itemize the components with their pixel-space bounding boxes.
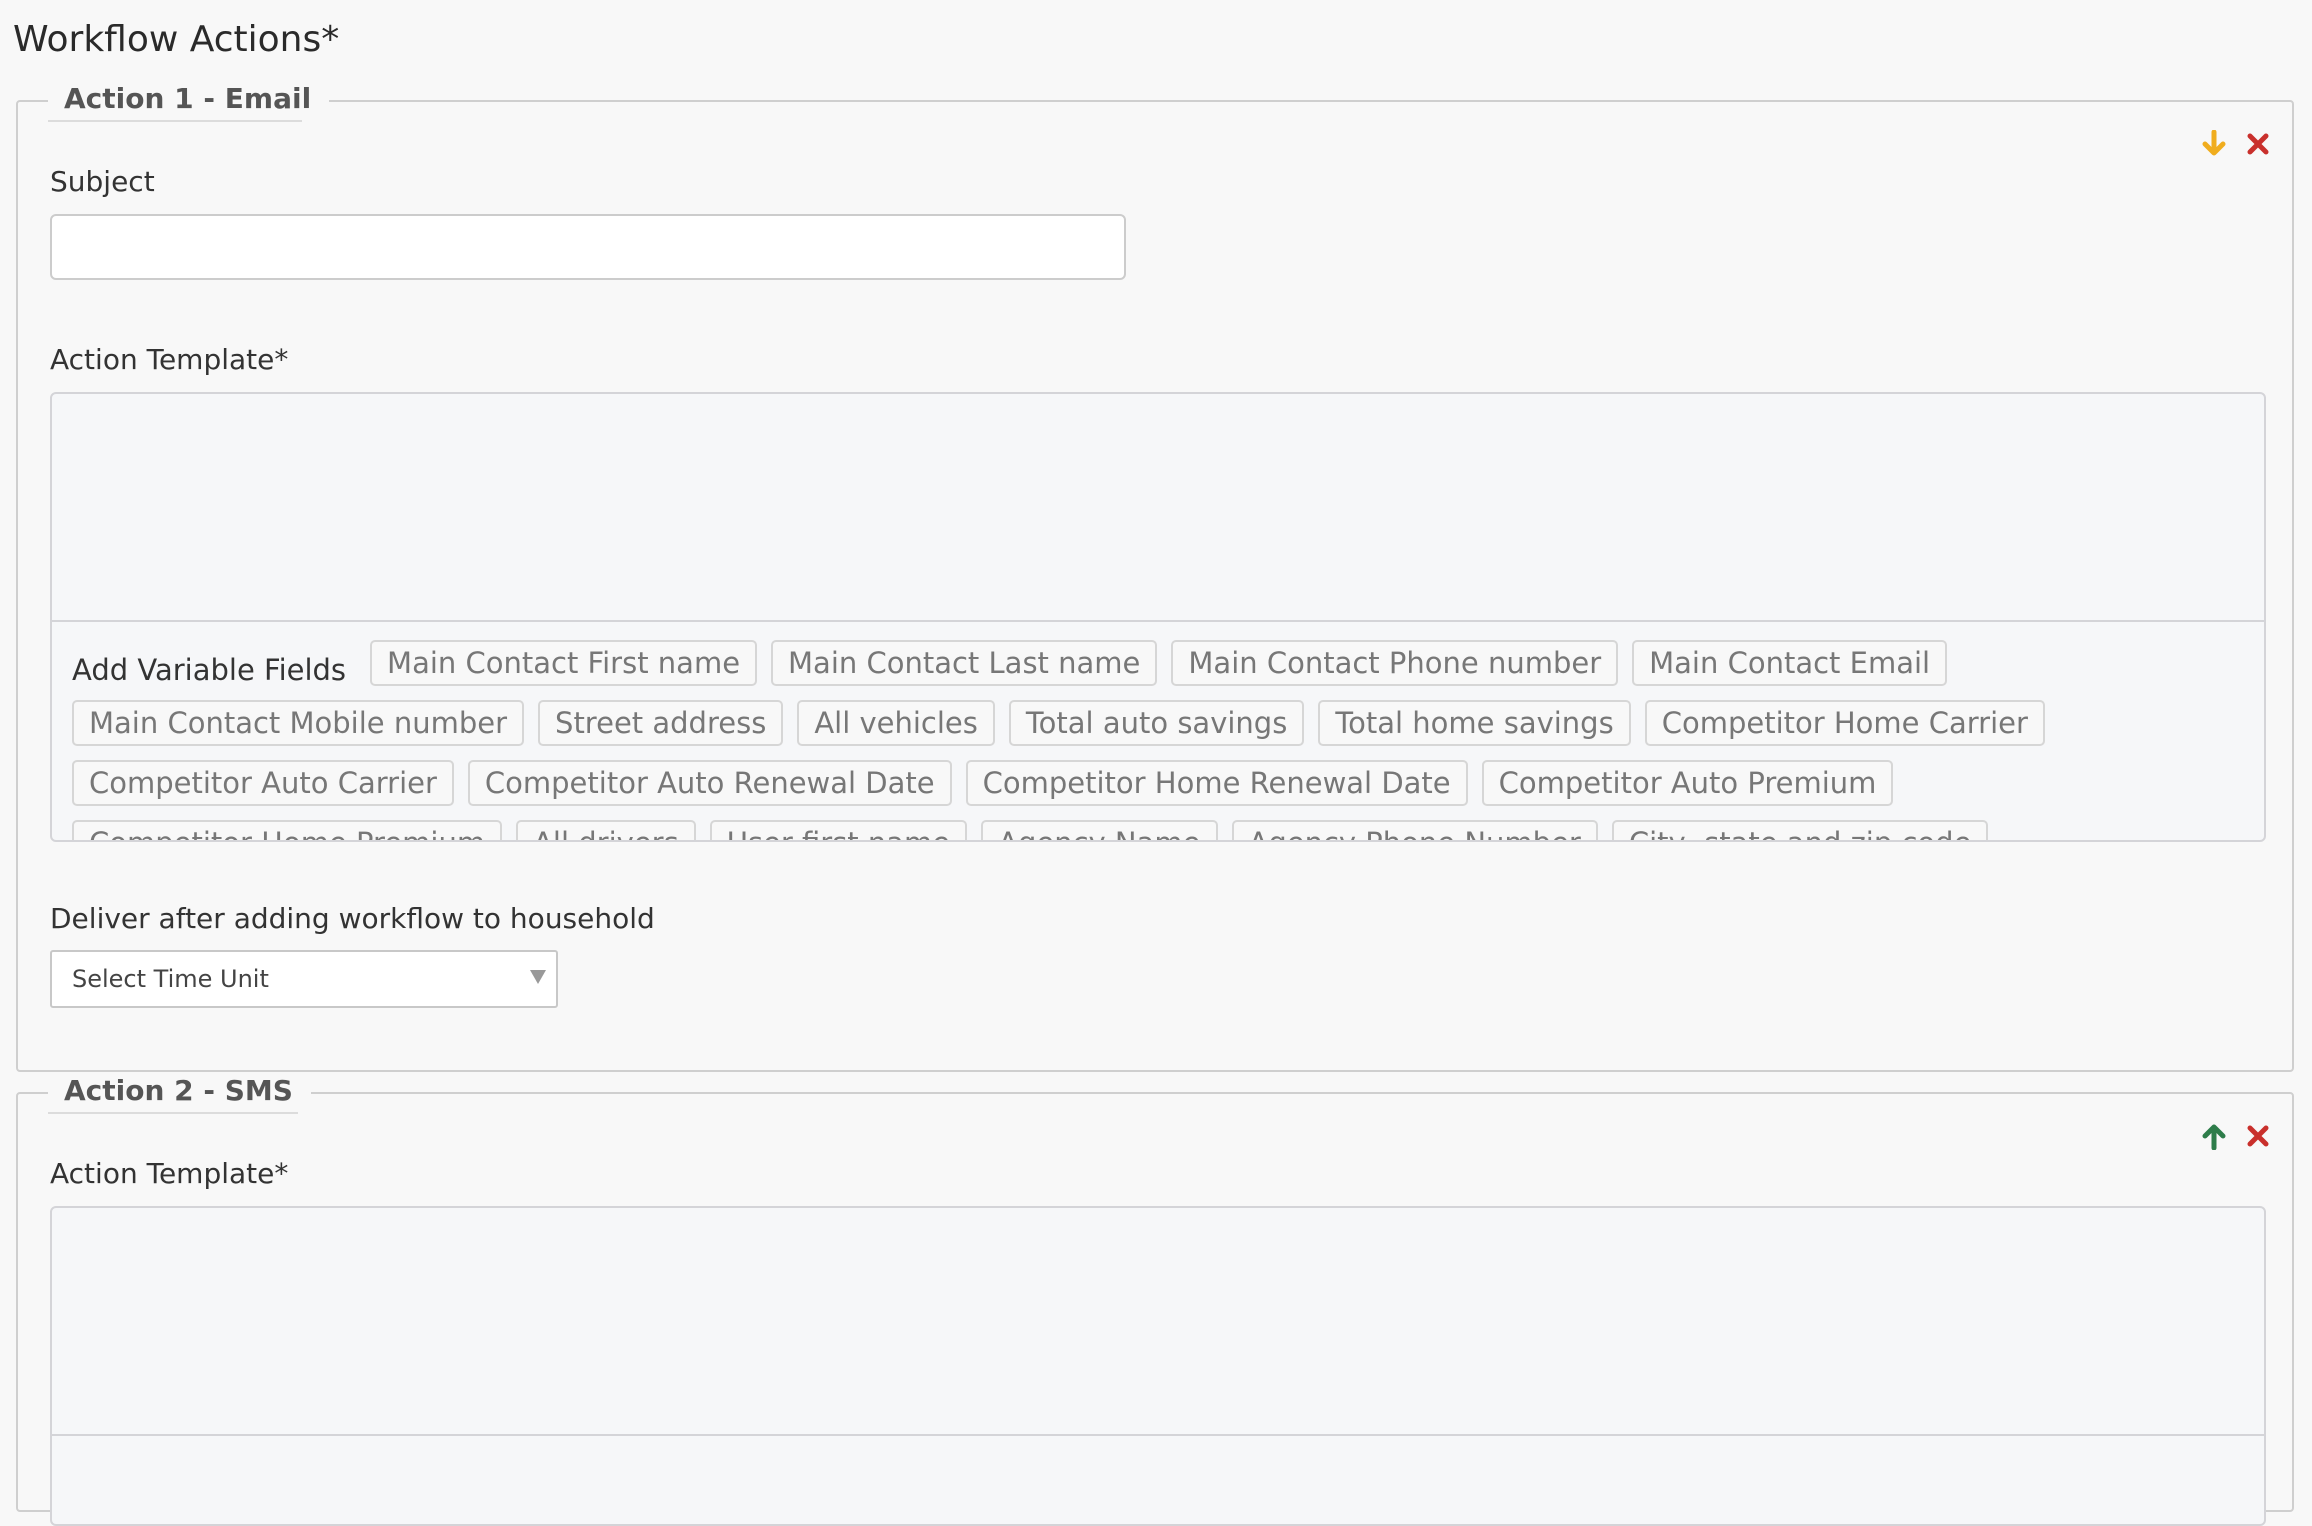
template-text-area[interactable] <box>52 394 2264 620</box>
template-label: Action Template* <box>50 1157 289 1190</box>
remove-action-button[interactable] <box>2242 1120 2274 1152</box>
variable-chip[interactable]: Competitor Home Carrier <box>1644 700 2045 746</box>
subject-input[interactable] <box>50 214 1126 280</box>
variable-fields-label: Add Variable Fields <box>72 653 347 687</box>
action-1-fieldset: Action 1 - Email Subject Action Template… <box>16 80 2294 1072</box>
editor-divider <box>52 1434 2264 1436</box>
variable-chip[interactable]: All vehicles <box>797 700 995 746</box>
editor-divider <box>52 620 2264 622</box>
variable-chip[interactable]: Main Contact Last name <box>771 640 1158 686</box>
action-1-legend: Action 1 - Email <box>48 80 330 118</box>
chevron-down-icon <box>530 970 546 984</box>
variable-chip[interactable]: Total home savings <box>1318 700 1631 746</box>
legend-underline <box>48 120 302 122</box>
close-icon <box>2247 1125 2269 1147</box>
variable-chip[interactable]: Competitor Auto Premium <box>1481 760 1894 806</box>
variable-chip[interactable]: Main Contact Mobile number <box>72 700 525 746</box>
deliver-label: Deliver after adding workflow to househo… <box>50 902 655 935</box>
variable-chip[interactable]: All drivers <box>516 820 696 840</box>
variable-chip[interactable]: Agency Phone Number <box>1231 820 1598 840</box>
subject-label: Subject <box>50 165 155 198</box>
action-2-legend: Action 2 - SMS <box>48 1072 311 1110</box>
variable-chip[interactable]: User first name <box>709 820 968 840</box>
variable-chip[interactable]: Competitor Home Premium <box>72 820 503 840</box>
template-editor: Add Variable Fields Main Contact First na… <box>50 392 2266 842</box>
variable-chip[interactable]: Main Contact Email <box>1632 640 1948 686</box>
arrow-up-icon <box>2202 1124 2226 1150</box>
variable-chip[interactable]: City, state and zip code <box>1611 820 1989 840</box>
close-icon <box>2247 133 2269 155</box>
time-unit-select-value: Select Time Unit <box>72 965 269 993</box>
template-editor <box>50 1206 2266 1526</box>
variable-chip[interactable]: Total auto savings <box>1008 700 1305 746</box>
arrow-down-icon <box>2202 130 2226 156</box>
action-2-fieldset: Action 2 - SMS Action Template* <box>16 1072 2294 1526</box>
variable-chip[interactable]: Street address <box>538 700 784 746</box>
variable-chip[interactable]: Agency Name <box>981 820 1218 840</box>
variable-chip[interactable]: Main Contact First name <box>370 640 758 686</box>
legend-underline <box>48 1112 298 1114</box>
move-down-button[interactable] <box>2198 128 2230 160</box>
move-up-button[interactable] <box>2198 1120 2230 1152</box>
template-text-area[interactable] <box>52 1208 2264 1434</box>
variable-chip[interactable]: Competitor Auto Carrier <box>72 760 454 806</box>
variable-chip[interactable]: Main Contact Phone number <box>1171 640 1619 686</box>
variable-chip[interactable]: Competitor Home Renewal Date <box>965 760 1468 806</box>
remove-action-button[interactable] <box>2242 128 2274 160</box>
template-label: Action Template* <box>50 343 289 376</box>
time-unit-select[interactable]: Select Time Unit <box>50 950 558 1008</box>
page-title: Workflow Actions* <box>13 19 340 60</box>
variable-fields-panel: Add Variable Fields Main Contact First na… <box>72 640 2244 840</box>
variable-chip[interactable]: Competitor Auto Renewal Date <box>467 760 952 806</box>
